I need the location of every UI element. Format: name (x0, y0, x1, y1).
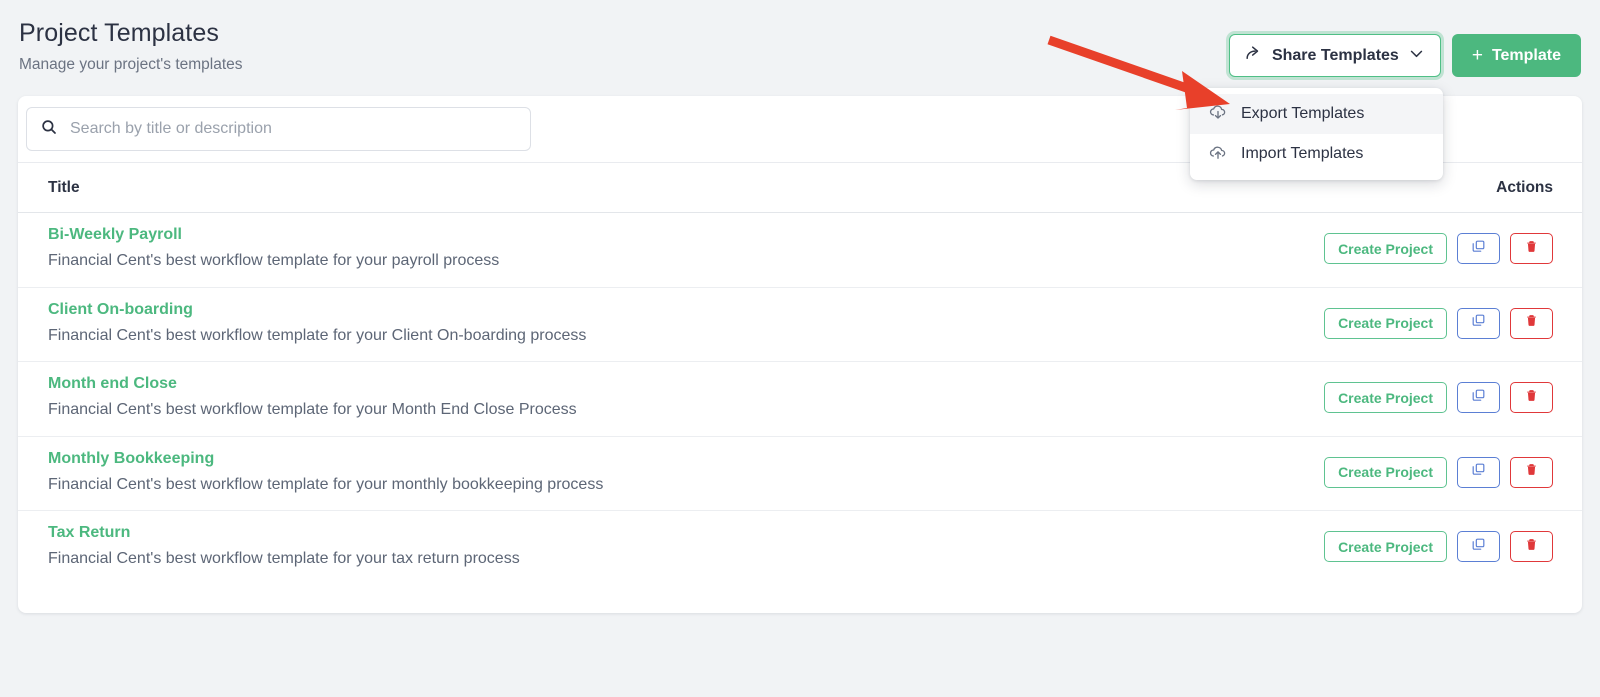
copy-icon (1471, 239, 1486, 259)
template-description: Financial Cent's best workflow template … (48, 326, 587, 344)
cloud-download-icon (1208, 102, 1228, 127)
trash-icon (1524, 388, 1539, 408)
search-icon (40, 118, 58, 141)
table-row: Tax Return Financial Cent's best workflo… (18, 511, 1582, 586)
copy-icon (1471, 537, 1486, 557)
delete-template-button[interactable] (1510, 382, 1553, 414)
duplicate-template-button[interactable] (1457, 307, 1500, 339)
share-arrow-icon (1244, 44, 1263, 68)
create-project-button[interactable]: Create Project (1324, 456, 1447, 488)
delete-template-button[interactable] (1510, 531, 1553, 563)
column-header-title: Title (48, 179, 80, 196)
cloud-upload-icon (1208, 142, 1228, 167)
search-box[interactable] (26, 107, 531, 151)
table-row: Bi-Weekly Payroll Financial Cent's best … (18, 213, 1582, 288)
template-description: Financial Cent's best workflow template … (48, 550, 520, 568)
duplicate-template-button[interactable] (1457, 531, 1500, 563)
template-title-link[interactable]: Client On-boarding (48, 301, 193, 319)
dropdown-item-label: Import Templates (1241, 145, 1364, 162)
template-description: Financial Cent's best workflow template … (48, 401, 577, 419)
table-row: Client On-boarding Financial Cent's best… (18, 288, 1582, 363)
search-input[interactable] (70, 120, 517, 138)
share-templates-dropdown: Export Templates Import Templates (1190, 88, 1443, 180)
trash-icon (1524, 239, 1539, 259)
trash-icon (1524, 313, 1539, 333)
row-actions: Create Project (1324, 456, 1553, 488)
add-template-button[interactable]: + Template (1451, 34, 1581, 77)
row-actions: Create Project (1324, 307, 1553, 339)
row-actions: Create Project (1324, 382, 1553, 414)
templates-table: Title Actions Bi-Weekly Payroll Financia… (18, 163, 1582, 586)
delete-template-button[interactable] (1510, 456, 1553, 488)
header-actions: Share Templates + Template (1228, 34, 1581, 77)
dropdown-item-import-templates[interactable]: Import Templates (1190, 134, 1443, 174)
template-description: Financial Cent's best workflow template … (48, 475, 604, 493)
copy-icon (1471, 388, 1486, 408)
create-project-button[interactable]: Create Project (1324, 307, 1447, 339)
create-project-button[interactable]: Create Project (1324, 233, 1447, 264)
share-templates-button[interactable]: Share Templates (1228, 34, 1441, 77)
template-title-link[interactable]: Monthly Bookkeeping (48, 450, 214, 468)
column-header-actions: Actions (1496, 179, 1553, 196)
template-description: Financial Cent's best workflow template … (48, 252, 500, 269)
share-templates-label: Share Templates (1271, 46, 1399, 64)
dropdown-item-label: Export Templates (1241, 105, 1365, 122)
trash-icon (1524, 537, 1539, 557)
row-actions: Create Project (1324, 531, 1553, 563)
row-actions: Create Project (1324, 233, 1553, 264)
create-project-button[interactable]: Create Project (1324, 531, 1447, 563)
duplicate-template-button[interactable] (1457, 233, 1500, 264)
dropdown-item-export-templates[interactable]: Export Templates (1190, 94, 1443, 134)
template-title-link[interactable]: Month end Close (48, 375, 177, 393)
page-header: Project Templates Manage your project's … (0, 0, 1600, 96)
plus-icon: + (1471, 44, 1483, 66)
table-row: Monthly Bookkeeping Financial Cent's bes… (18, 437, 1582, 512)
add-template-label: Template (1491, 46, 1561, 64)
table-row: Month end Close Financial Cent's best wo… (18, 362, 1582, 437)
create-project-button[interactable]: Create Project (1324, 382, 1447, 414)
chevron-down-icon (1408, 45, 1425, 67)
duplicate-template-button[interactable] (1457, 456, 1500, 488)
copy-icon (1471, 462, 1486, 482)
page-subtitle: Manage your project's templates (19, 56, 243, 73)
copy-icon (1471, 313, 1486, 333)
delete-template-button[interactable] (1510, 307, 1553, 339)
template-title-link[interactable]: Bi-Weekly Payroll (48, 226, 182, 244)
duplicate-template-button[interactable] (1457, 382, 1500, 414)
template-title-link[interactable]: Tax Return (48, 524, 130, 542)
page-title: Project Templates (19, 19, 219, 47)
trash-icon (1524, 462, 1539, 482)
delete-template-button[interactable] (1510, 233, 1553, 264)
